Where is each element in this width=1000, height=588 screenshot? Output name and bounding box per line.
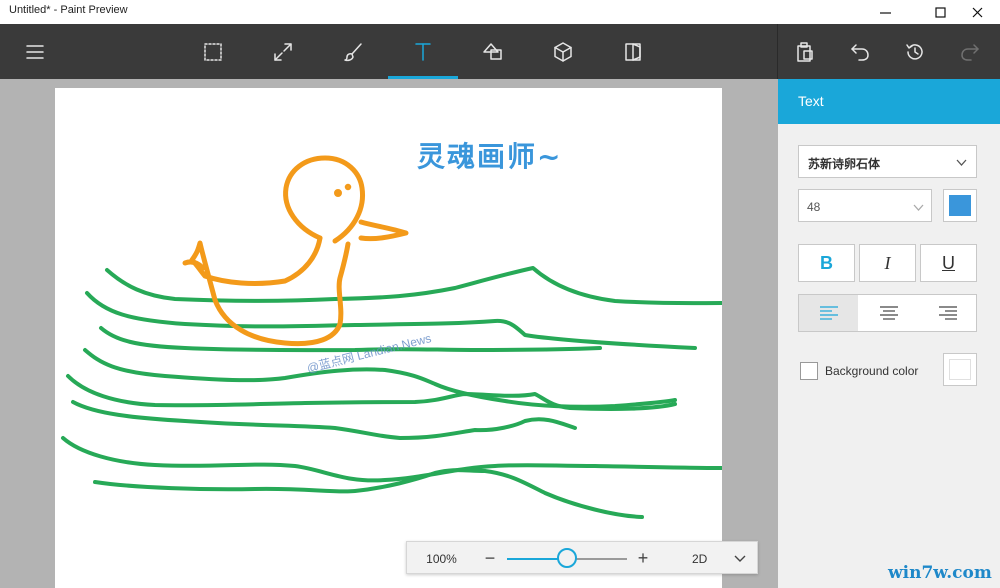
wave-stroke — [66, 374, 677, 411]
chevron-down-icon — [913, 204, 924, 211]
brush-icon — [344, 42, 362, 61]
zoom-in-button[interactable]: + — [633, 548, 653, 568]
duck-head — [283, 155, 366, 244]
align-right-icon — [938, 306, 957, 320]
2d-shapes-icon — [483, 42, 502, 60]
maximize-icon — [934, 6, 946, 18]
wave-stroke — [105, 266, 722, 306]
3d-shapes-icon — [554, 41, 572, 62]
green-wave-strokes — [61, 266, 722, 519]
redo-button[interactable] — [935, 24, 1000, 79]
duck-wing — [182, 259, 206, 271]
background-color-label: Background color — [825, 364, 919, 378]
paste-icon — [797, 41, 813, 62]
duck-eye — [334, 189, 342, 197]
duck-drawing — [182, 155, 409, 347]
minimize-icon — [879, 11, 891, 14]
align-center-button[interactable] — [859, 295, 918, 331]
3d-shapes-tool-button[interactable] — [528, 24, 598, 79]
italic-button[interactable]: I — [859, 244, 916, 282]
canvas-text-object[interactable]: 灵魂画师~ — [417, 135, 562, 175]
background-color-checkbox[interactable] — [800, 362, 818, 380]
stickers-icon — [625, 42, 641, 61]
view-mode-label[interactable]: 2D — [692, 552, 707, 566]
duck-eye — [344, 183, 352, 191]
menu-button[interactable] — [0, 24, 70, 79]
crop-tool-button[interactable] — [248, 24, 318, 79]
drawing-canvas[interactable]: 灵魂画师~ @蓝点网 Landian.News — [55, 88, 722, 588]
wave-stroke — [93, 468, 644, 519]
background-color-button[interactable] — [943, 353, 977, 386]
font-size-dropdown[interactable]: 48 — [798, 189, 932, 222]
zoom-slider-thumb[interactable] — [557, 548, 577, 568]
close-button[interactable] — [954, 0, 1000, 24]
font-size-value: 48 — [807, 200, 821, 214]
wave-stroke — [71, 400, 577, 440]
text-tool-button[interactable] — [388, 24, 458, 79]
text-icon — [415, 42, 431, 61]
font-family-dropdown[interactable]: 苏新诗卵石体 — [798, 145, 977, 178]
stickers-tool-button[interactable] — [598, 24, 668, 79]
alignment-group — [798, 294, 977, 332]
wave-stroke — [61, 436, 722, 483]
minimize-button[interactable] — [862, 0, 908, 24]
work-area: 灵魂画师~ @蓝点网 Landian.News — [0, 79, 778, 588]
align-left-icon — [819, 306, 838, 320]
close-icon — [972, 7, 982, 17]
wave-stroke — [99, 326, 602, 353]
brushes-tool-button[interactable] — [318, 24, 388, 79]
align-left-button[interactable] — [799, 295, 858, 331]
duck-beak — [358, 219, 409, 242]
undo-icon — [851, 43, 869, 61]
2d-shapes-tool-button[interactable] — [458, 24, 528, 79]
redo-icon — [961, 43, 979, 61]
menu-icon — [26, 44, 44, 59]
bold-button[interactable]: B — [798, 244, 855, 282]
select-tool-button[interactable] — [178, 24, 248, 79]
text-color-swatch — [949, 195, 971, 216]
site-watermark: win7w.com — [888, 563, 992, 583]
background-color-swatch — [949, 359, 971, 380]
view-mode-dropdown[interactable] — [733, 551, 747, 565]
toolbar — [0, 24, 1000, 79]
chevron-down-icon — [734, 555, 746, 562]
zoom-out-button[interactable]: − — [480, 548, 500, 568]
zoom-bar: 100% − + 2D — [406, 541, 758, 574]
font-family-value: 苏新诗卵石体 — [808, 157, 881, 171]
underline-button[interactable]: U — [920, 244, 977, 282]
select-icon — [204, 42, 222, 61]
align-right-button[interactable] — [918, 295, 977, 331]
title-bar: Untitled* - Paint Preview — [0, 0, 1000, 24]
text-color-button[interactable] — [943, 189, 977, 222]
zoom-percent: 100% — [426, 552, 457, 566]
crop-icon — [274, 42, 292, 61]
panel-title: Text — [798, 93, 824, 109]
chevron-down-icon — [956, 159, 967, 166]
window-title: Untitled* - Paint Preview — [9, 4, 128, 16]
history-icon — [906, 43, 923, 60]
align-center-icon — [879, 306, 898, 320]
text-properties-panel: Text 苏新诗卵石体 48 B I U Background color — [778, 79, 1000, 588]
panel-header: Text — [778, 79, 1000, 124]
